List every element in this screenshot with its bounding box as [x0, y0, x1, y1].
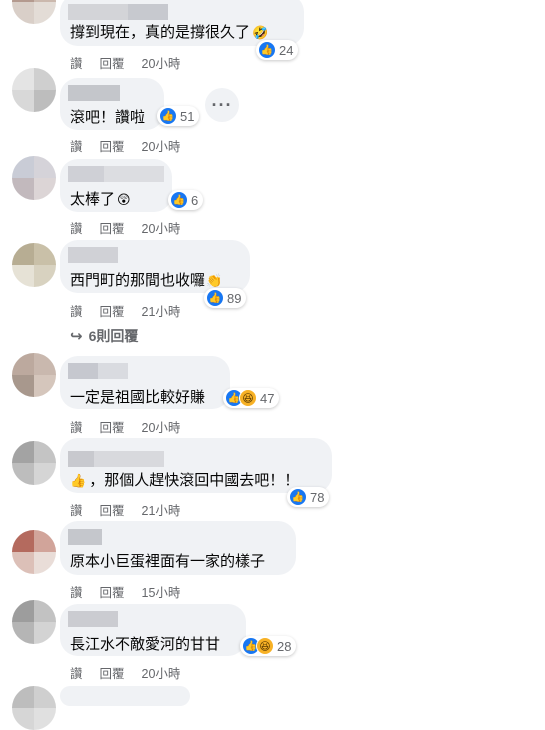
reaction-summary[interactable]: 👍 51	[157, 106, 200, 126]
timestamp[interactable]: 20小時	[142, 218, 181, 237]
avatar[interactable]	[12, 600, 56, 644]
comment-text: 長江水不敵愛河的甘甘	[70, 636, 221, 653]
avatar[interactable]	[12, 156, 56, 200]
author-name-blurred[interactable]	[68, 611, 118, 627]
comment-bubble: 西門町的那間也收囉👏	[60, 240, 250, 293]
reply-link[interactable]: 回覆	[100, 663, 125, 682]
comment-bubble: 👍 ，那個人趕快滾回中國去吧！！	[60, 438, 332, 493]
comment-text: 太棒了 😲	[70, 191, 131, 208]
timestamp[interactable]: 20小時	[142, 53, 181, 72]
comment-actions: 讚 回覆 20小時	[70, 53, 197, 72]
clap-emoji: 👏	[206, 273, 223, 288]
comment-bubble: 長江水不敵愛河的甘甘	[60, 604, 246, 656]
avatar[interactable]	[12, 0, 56, 24]
comment-text: 滾吧！讚啦	[70, 109, 146, 126]
author-name-blurred[interactable]	[68, 451, 164, 467]
comment-actions: 讚 回覆 20小時	[70, 218, 197, 237]
like-link[interactable]: 讚	[70, 417, 83, 436]
author-name-blurred[interactable]	[68, 166, 164, 182]
comment-bubble	[60, 686, 190, 706]
like-icon: 👍	[206, 289, 224, 307]
like-link[interactable]: 讚	[70, 136, 83, 155]
reply-link[interactable]: 回覆	[100, 417, 125, 436]
avatar[interactable]	[12, 686, 56, 730]
like-icon: 👍	[289, 488, 307, 506]
author-name-blurred[interactable]	[68, 247, 118, 263]
like-icon: 👍	[170, 191, 188, 209]
like-icon: 👍	[159, 107, 177, 125]
thumbs-up-emoji: 👍	[70, 473, 87, 488]
comment-actions: 讚 回覆 20小時	[70, 663, 197, 682]
rofl-emoji: 🤣	[252, 25, 269, 40]
reply-link[interactable]: 回覆	[100, 301, 125, 320]
timestamp[interactable]: 20小時	[142, 663, 181, 682]
like-link[interactable]: 讚	[70, 582, 83, 601]
like-link[interactable]: 讚	[70, 500, 83, 519]
avatar[interactable]	[12, 353, 56, 397]
timestamp[interactable]: 20小時	[142, 136, 181, 155]
comment-text: 西門町的那間也收囉👏	[70, 272, 223, 289]
like-icon: 👍	[258, 41, 276, 59]
reply-link[interactable]: 回覆	[100, 500, 125, 519]
comment-bubble: 原本小巨蛋裡面有一家的樣子	[60, 521, 296, 575]
author-name-blurred[interactable]	[68, 4, 168, 20]
timestamp[interactable]: 21小時	[142, 301, 181, 320]
comment-bubble: 撐到現在，真的是撐很久了 🤣 👍 24	[60, 0, 304, 60]
comment-bubble: 滾吧！讚啦	[60, 78, 164, 130]
reply-arrow-icon: ↪	[70, 328, 83, 345]
reaction-summary[interactable]: 👍 24	[256, 40, 299, 60]
author-name-blurred[interactable]	[68, 85, 120, 101]
avatar[interactable]	[12, 441, 56, 485]
comment-bubble: 太棒了 😲	[60, 159, 172, 212]
more-options-button[interactable]: ···	[205, 88, 239, 122]
reply-link[interactable]: 回覆	[100, 136, 125, 155]
avatar[interactable]	[12, 530, 56, 574]
author-name-blurred[interactable]	[68, 363, 128, 379]
avatar[interactable]	[12, 243, 56, 287]
like-link[interactable]: 讚	[70, 663, 83, 682]
reaction-summary[interactable]: 👍 😆 28	[240, 636, 297, 656]
like-link[interactable]: 讚	[70, 218, 83, 237]
reaction-summary[interactable]: 👍 😆 47	[223, 388, 280, 408]
timestamp[interactable]: 20小時	[142, 417, 181, 436]
comment-actions: 讚 回覆 21小時	[70, 500, 197, 519]
like-link[interactable]: 讚	[70, 301, 83, 320]
timestamp[interactable]: 15小時	[142, 582, 181, 601]
comment-bubble: 一定是祖國比較好賺	[60, 356, 230, 409]
shocked-emoji: 😲	[117, 192, 131, 207]
comment-actions: 讚 回覆 21小時	[70, 301, 197, 320]
comment-actions: 讚 回覆 20小時	[70, 136, 197, 155]
comment-text: 原本小巨蛋裡面有一家的樣子	[70, 553, 266, 570]
comment-text: 一定是祖國比較好賺	[70, 389, 206, 406]
like-link[interactable]: 讚	[70, 53, 83, 72]
comment-text: 👍 ，那個人趕快滾回中國去吧！！	[70, 472, 300, 489]
reaction-summary[interactable]: 👍 78	[287, 487, 330, 507]
avatar[interactable]	[12, 68, 56, 112]
view-replies-link[interactable]: ↪ 6則回覆	[70, 326, 138, 346]
reply-link[interactable]: 回覆	[100, 582, 125, 601]
reaction-summary[interactable]: 👍 89	[204, 288, 247, 308]
haha-icon: 😆	[256, 637, 274, 655]
author-name-blurred[interactable]	[68, 529, 102, 545]
reaction-summary[interactable]: 👍 6	[168, 190, 204, 210]
reply-link[interactable]: 回覆	[100, 218, 125, 237]
comment-actions: 讚 回覆 20小時	[70, 417, 197, 436]
reply-link[interactable]: 回覆	[100, 53, 125, 72]
comment-text: 撐到現在，真的是撐很久了 🤣	[70, 24, 269, 41]
timestamp[interactable]: 21小時	[142, 500, 181, 519]
comment-actions: 讚 回覆 15小時	[70, 582, 197, 601]
haha-icon: 😆	[239, 389, 257, 407]
